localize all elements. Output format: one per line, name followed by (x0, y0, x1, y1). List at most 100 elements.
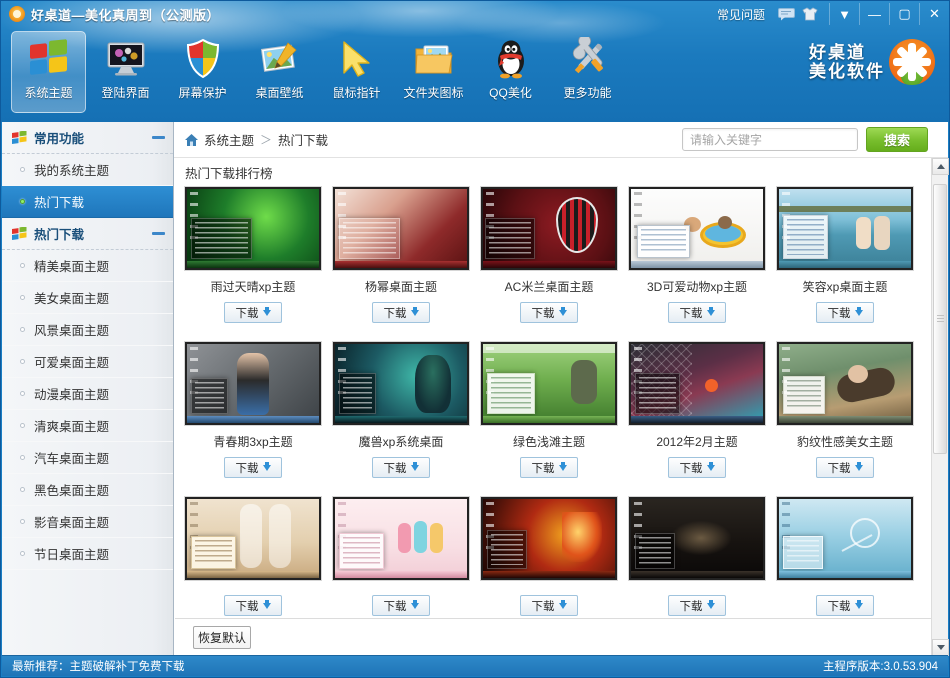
theme-thumbnail[interactable] (776, 496, 914, 581)
toolbar-item-more[interactable]: 更多功能 (550, 31, 625, 113)
dropdown-menu-button[interactable]: ▼ (829, 3, 859, 25)
theme-card[interactable]: 魔兽xp系统桌面 下载 (327, 341, 475, 478)
download-button[interactable]: 下载 (520, 457, 578, 478)
theme-card[interactable]: 雨过天晴xp主题 下载 (179, 186, 327, 323)
shirt-skin-icon[interactable] (799, 3, 821, 25)
theme-thumbnail[interactable] (332, 186, 470, 271)
application-window: 好桌道—美化真周到（公测版） 常见问题 (0, 0, 950, 678)
cursor-arrow-icon (334, 37, 380, 81)
download-button[interactable]: 下载 (372, 302, 430, 323)
breadcrumb-item-2[interactable]: 热门下载 (278, 130, 328, 149)
theme-card[interactable]: AC米兰桌面主题 下载 (475, 186, 623, 323)
toolbar-item-cursor[interactable]: 鼠标指针 (319, 31, 394, 113)
theme-card[interactable]: 下载 (475, 496, 623, 616)
theme-thumbnail[interactable] (480, 341, 618, 426)
speech-bubble-icon[interactable] (775, 3, 797, 25)
theme-thumbnail[interactable] (184, 496, 322, 581)
sidebar-item-anime-themes[interactable]: 动漫桌面主题 (2, 378, 173, 410)
theme-thumbnail[interactable] (184, 341, 322, 426)
toolbar-item-qq[interactable]: QQ美化 (473, 31, 548, 113)
theme-card[interactable]: 3D可爱动物xp主题 下载 (623, 186, 771, 323)
theme-card[interactable]: 笑容xp桌面主题 下载 (771, 186, 919, 323)
theme-card[interactable]: 绿色浅滩主题 下载 (475, 341, 623, 478)
sidebar-item-scenery-themes[interactable]: 风景桌面主题 (2, 314, 173, 346)
download-button[interactable]: 下载 (668, 302, 726, 323)
minimize-button[interactable]: — (859, 3, 889, 25)
maximize-button[interactable]: ▢ (889, 3, 919, 25)
search-button[interactable]: 搜索 (866, 127, 928, 152)
theme-name: 绿色浅滩主题 (513, 433, 585, 450)
scroll-up-icon[interactable] (932, 158, 949, 175)
theme-card[interactable]: 下载 (179, 496, 327, 616)
download-button[interactable]: 下载 (816, 457, 874, 478)
download-button[interactable]: 下载 (520, 595, 578, 616)
download-button[interactable]: 下载 (668, 595, 726, 616)
sidebar-item-my-themes[interactable]: 我的系统主题 (2, 154, 173, 186)
sidebar-item-fine-themes[interactable]: 精美桌面主题 (2, 250, 173, 282)
theme-thumbnail[interactable] (480, 496, 618, 581)
theme-card[interactable]: 下载 (771, 496, 919, 616)
brand-text: 好桌道 美化软件 (809, 43, 885, 81)
theme-thumbnail[interactable] (776, 341, 914, 426)
theme-card[interactable]: 豹纹性感美女主题 下载 (771, 341, 919, 478)
theme-card[interactable]: 下载 (327, 496, 475, 616)
theme-card[interactable]: 青春期3xp主题 下载 (179, 341, 327, 478)
search-input[interactable] (682, 128, 858, 151)
sidebar-item-car-themes[interactable]: 汽车桌面主题 (2, 442, 173, 474)
theme-thumbnail[interactable] (628, 496, 766, 581)
sidebar-item-media-themes[interactable]: 影音桌面主题 (2, 506, 173, 538)
toolbar-item-folder-icons[interactable]: 文件夹图标 (396, 31, 471, 113)
download-button[interactable]: 下载 (224, 457, 282, 478)
scrollbar-thumb[interactable] (933, 184, 947, 454)
faq-link[interactable]: 常见问题 (717, 6, 765, 23)
theme-thumbnail[interactable] (480, 186, 618, 271)
theme-name: 雨过天晴xp主题 (211, 278, 296, 295)
sidebar-item-label: 美女桌面主题 (34, 288, 109, 307)
toolbar-item-wallpaper[interactable]: 桌面壁纸 (242, 31, 317, 113)
toolbar-item-system-theme[interactable]: 系统主题 (11, 31, 86, 113)
status-recommendation[interactable]: 最新推荐：主题破解补丁免费下载 (12, 658, 185, 674)
theme-thumbnail[interactable] (332, 496, 470, 581)
sidebar-item-hot-downloads[interactable]: 热门下载 (2, 186, 173, 218)
vertical-scrollbar[interactable] (931, 158, 948, 656)
download-label: 下载 (384, 598, 407, 614)
download-button[interactable]: 下载 (520, 302, 578, 323)
download-label: 下载 (680, 305, 703, 321)
sidebar-item-cute-themes[interactable]: 可爱桌面主题 (2, 346, 173, 378)
minus-icon[interactable] (152, 136, 165, 139)
sidebar-item-fresh-themes[interactable]: 清爽桌面主题 (2, 410, 173, 442)
toolbar-item-screensaver[interactable]: 屏幕保护 (165, 31, 240, 113)
download-label: 下载 (532, 598, 555, 614)
theme-thumbnail[interactable] (332, 341, 470, 426)
theme-thumbnail[interactable] (628, 341, 766, 426)
toolbar-item-login-screen[interactable]: 登陆界面 (88, 31, 163, 113)
sidebar-item-beauty-themes[interactable]: 美女桌面主题 (2, 282, 173, 314)
sidebar-item-holiday-themes[interactable]: 节日桌面主题 (2, 538, 173, 570)
sidebar-group-header-hot[interactable]: 热门下载 (2, 218, 173, 250)
theme-thumbnail[interactable] (184, 186, 322, 271)
download-button[interactable]: 下载 (224, 302, 282, 323)
theme-thumbnail[interactable] (628, 186, 766, 271)
breadcrumb-item-1[interactable]: 系统主题 (204, 130, 254, 149)
download-button[interactable]: 下载 (372, 595, 430, 616)
download-button[interactable]: 下载 (372, 457, 430, 478)
download-button[interactable]: 下载 (668, 457, 726, 478)
download-button[interactable]: 下载 (224, 595, 282, 616)
theme-card[interactable]: 杨幂桌面主题 下载 (327, 186, 475, 323)
minus-icon[interactable] (152, 232, 165, 235)
home-icon[interactable] (184, 133, 199, 147)
restore-default-button[interactable]: 恢复默认 (193, 626, 251, 649)
sidebar-item-label: 可爱桌面主题 (34, 352, 109, 371)
windows-flag-icon (12, 227, 27, 241)
download-button[interactable]: 下载 (816, 595, 874, 616)
download-button[interactable]: 下载 (816, 302, 874, 323)
close-button[interactable]: ✕ (919, 3, 949, 25)
search-area: 搜索 (682, 127, 928, 152)
sidebar-group-header-common[interactable]: 常用功能 (2, 122, 173, 154)
theme-card[interactable]: 下载 (623, 496, 771, 616)
scroll-down-icon[interactable] (932, 639, 949, 656)
sidebar-item-black-themes[interactable]: 黑色桌面主题 (2, 474, 173, 506)
theme-thumbnail[interactable] (776, 186, 914, 271)
theme-name: 2012年2月主题 (656, 433, 737, 450)
theme-card[interactable]: 2012年2月主题 下载 (623, 341, 771, 478)
